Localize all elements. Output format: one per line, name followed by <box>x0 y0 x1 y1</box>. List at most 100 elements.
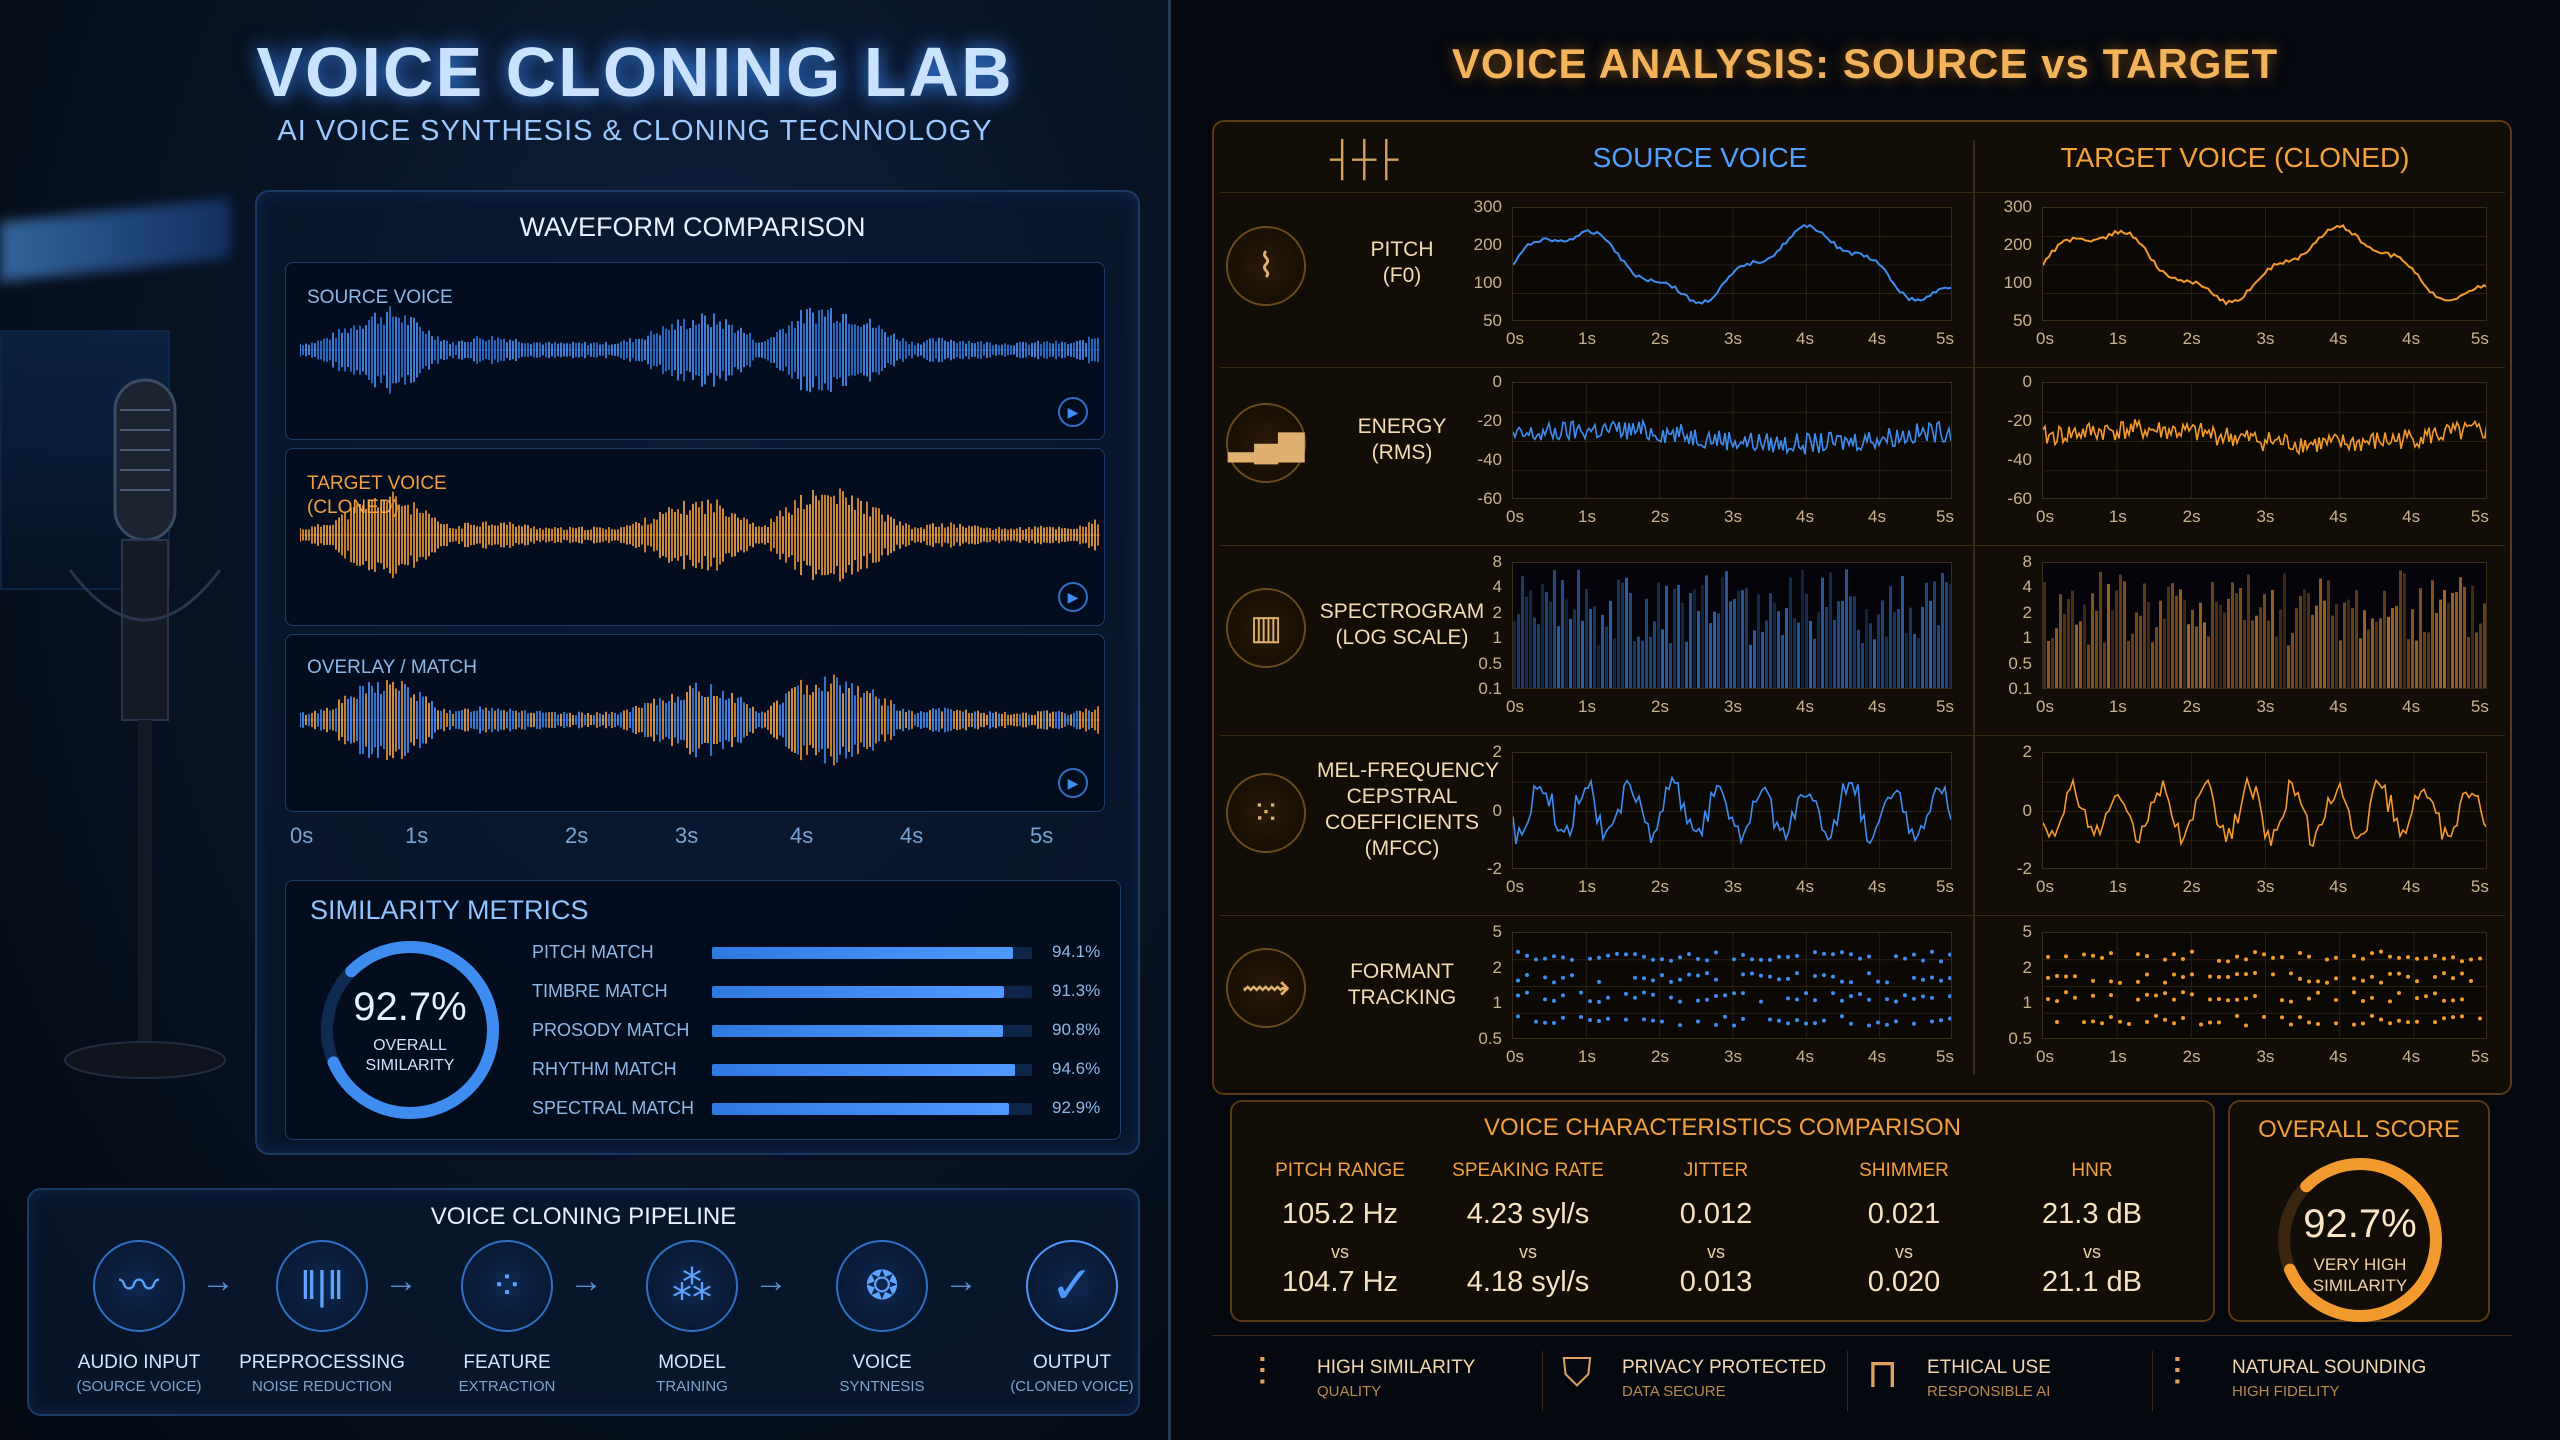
microphone-icon <box>64 378 226 1079</box>
x-tick: 4s <box>1796 1047 1814 1066</box>
characteristic-name-2: JITTER <box>1683 1160 1749 1181</box>
x-tick: 2s <box>2182 877 2201 896</box>
source-chart-3 <box>1512 752 1952 869</box>
footer-title-3: NATURAL SOUNDING <box>2232 1357 2427 1378</box>
play-overlay-button[interactable]: ▶ <box>1058 768 1088 798</box>
x-tick: 4s <box>2402 329 2421 348</box>
characteristic-target-2: 0.013 <box>1679 1266 1753 1298</box>
y-tick: -40 <box>2007 450 2032 469</box>
y-tick: -40 <box>1477 450 1502 469</box>
x-tick: 3s <box>2256 877 2275 896</box>
metric-bar-track <box>712 986 1032 998</box>
pipeline-step-1-title: PREPROCESSING <box>239 1352 405 1373</box>
x-tick: 4s <box>2329 877 2348 896</box>
brain-icon[interactable]: ❂ <box>836 1240 928 1332</box>
row-divider <box>1220 545 2505 546</box>
characteristics-values: PITCH RANGE 105.2 Hz vs 104.7 Hz SPEAKING RA… <box>1240 1160 2215 1320</box>
metric-bar-track <box>712 1025 1032 1037</box>
pipeline-step-3-sub: TRAINING <box>656 1378 728 1395</box>
bars-icon[interactable]: ‖|‖ <box>276 1240 368 1332</box>
row-divider <box>1220 915 2505 916</box>
row-divider <box>1220 367 2505 368</box>
y-tick: 0.1 <box>1478 679 1502 698</box>
y-tick: -20 <box>2007 411 2032 430</box>
pipeline-step-0-title: AUDIO INPUT <box>77 1352 201 1373</box>
x-tick: 2s <box>1651 697 1669 716</box>
similarity-metrics-header: SIMILARITY METRICS <box>310 895 589 925</box>
overall-score-value: 92.7% <box>2303 1202 2417 1246</box>
characteristic-target-4: 21.1 dB <box>2042 1266 2142 1298</box>
play-source-button[interactable]: ▶ <box>1058 397 1088 427</box>
overall-similarity-value: 92.7% <box>353 985 467 1029</box>
overall-score-header: OVERALL SCORE <box>2258 1116 2460 1143</box>
metric-bar-track <box>712 1103 1032 1115</box>
x-tick: 2s <box>1651 1047 1669 1066</box>
x-tick: 2s <box>1651 507 1669 526</box>
x-tick: 5s <box>1936 1047 1954 1066</box>
neural-icon[interactable]: ⁂ <box>646 1240 738 1332</box>
y-tick: 8 <box>1492 552 1502 571</box>
characteristic-name-4: HNR <box>2071 1160 2113 1181</box>
characteristic-name-0: PITCH RANGE <box>1275 1160 1405 1181</box>
check-icon[interactable]: ✓ <box>1026 1240 1118 1332</box>
source-chart-1 <box>1512 382 1952 499</box>
x-tick: 3s <box>1724 507 1742 526</box>
metric-name-3: RHYTHM MATCH <box>532 1059 677 1079</box>
arrow-right-icon: → <box>944 1262 978 1300</box>
characteristics-header: VOICE CHARACTERISTICS COMPARISON <box>1484 1114 1961 1141</box>
waveform-axis-tick: 1s <box>405 823 429 848</box>
overall-score-label: VERY HIGH SIMILARITY <box>2312 1255 2408 1295</box>
page-subtitle: AI VOICE SYNTHESIS & CLONING TECNNOLOGY <box>277 115 993 147</box>
y-tick: 4 <box>1492 577 1502 597</box>
x-tick: 4s <box>2329 697 2348 716</box>
y-tick: 2 <box>1492 957 1502 977</box>
waveform-header: WAVEFORM COMPARISON <box>519 212 866 242</box>
pipeline-header: VOICE CLONING PIPELINE <box>430 1203 737 1230</box>
x-tick: 4s <box>1796 329 1814 348</box>
x-tick: 0s <box>2036 697 2054 716</box>
characteristic-name-3: SHIMMER <box>1859 1160 1949 1181</box>
x-tick: 1s <box>1578 507 1596 526</box>
energy-icon: ▂▄▆ <box>1226 402 1306 483</box>
pipeline-step-0-sub: (SOURCE VOICE) <box>76 1378 202 1395</box>
y-tick: 200 <box>1473 235 1502 254</box>
play-target-button[interactable]: ▶ <box>1058 582 1088 612</box>
y-tick: 100 <box>1473 273 1502 292</box>
metrics-list: PITCH MATCH 94.1% TIMBRE MATCH 91.3% PROSODY… <box>532 942 1102 1132</box>
y-tick: 0.5 <box>2008 653 2032 673</box>
footer-divider <box>1212 1335 2512 1336</box>
x-tick: 4s <box>1796 877 1814 896</box>
dots-grid-icon[interactable]: ⁘ <box>461 1240 553 1332</box>
x-tick: 4s <box>1868 1047 1886 1066</box>
y-tick: 50 <box>2013 311 2032 330</box>
arrow-right-icon: → <box>201 1262 235 1300</box>
row-divider <box>1220 735 2505 736</box>
pipeline-steps: 〰 AUDIO INPUT (SOURCE VOICE) → ‖|‖ PREPROCESS… <box>27 1240 1140 1410</box>
pipeline-step-2-sub: EXTRACTION <box>458 1378 556 1395</box>
pipeline-step-3-title: MODEL <box>658 1352 726 1373</box>
shield-icon: ⛉ <box>1562 1351 1592 1395</box>
metric-bar-track <box>712 1064 1032 1076</box>
center-divider <box>1168 0 1171 1440</box>
overlay-waveform <box>300 674 1100 766</box>
target-chart-0 <box>2042 207 2487 321</box>
waveform-icon: ⫶ <box>1257 1351 1267 1395</box>
pipeline-step-5-title: OUTPUT <box>1032 1352 1112 1373</box>
footer-title-2: ETHICAL USE <box>1927 1357 2051 1378</box>
x-tick: 4s <box>1868 507 1886 526</box>
y-tick: 1 <box>2022 993 2032 1013</box>
x-tick: 4s <box>2329 507 2348 526</box>
waveform-icon[interactable]: 〰 <box>93 1240 185 1332</box>
characteristic-target-3: 0.020 <box>1867 1266 1941 1298</box>
left-panel: VOICE CLONING LAB AI VOICE SYNTHESIS & C… <box>0 0 1170 1440</box>
characteristic-source-2: 0.012 <box>1679 1198 1753 1230</box>
x-tick: 3s <box>2256 507 2275 526</box>
x-tick: 2s <box>1651 877 1669 896</box>
x-tick: 1s <box>2108 329 2127 348</box>
overall-similarity-label: OVERALL SIMILARITY <box>365 1037 455 1074</box>
waveform-time-axis: 0s 1s 2s 3s 4s 4s 5s <box>290 823 1120 853</box>
metric-value-2: 90.8% <box>1052 1020 1101 1039</box>
waveform-axis-tick: 2s <box>565 823 589 848</box>
x-tick: 3s <box>1724 697 1742 716</box>
arrow-right-icon: → <box>569 1262 603 1300</box>
